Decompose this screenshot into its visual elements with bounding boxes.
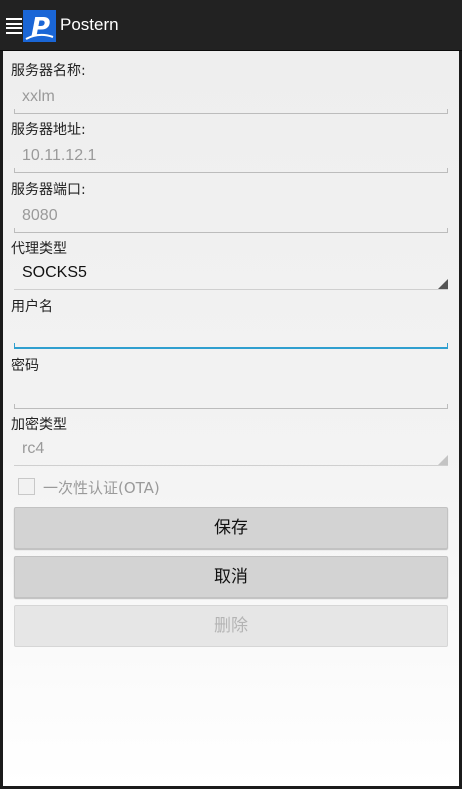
password-label: 密码 <box>11 358 39 374</box>
encryption-type-value: rc4 <box>22 440 45 457</box>
ota-checkbox-label: 一次性认证(OTA) <box>43 479 160 497</box>
proxy-type-spinner[interactable]: SOCKS5 <box>14 258 448 290</box>
server-address-field[interactable]: 10.11.12.1 <box>14 141 448 173</box>
server-form: 服务器名称: xxlm 服务器地址: 10.11.12.1 服务器端口: 808… <box>3 51 459 786</box>
proxy-type-label: 代理类型 <box>11 241 67 257</box>
server-address-label: 服务器地址: <box>11 122 86 138</box>
server-port-value: 8080 <box>22 207 58 224</box>
server-name-label: 服务器名称: <box>11 63 86 79</box>
dropdown-arrow-icon <box>438 455 448 465</box>
action-bar: P Postern <box>0 0 462 51</box>
server-name-value: xxlm <box>22 88 55 105</box>
server-name-field[interactable]: xxlm <box>14 82 448 114</box>
app-window: P Postern 服务器名称: xxlm 服务器地址: 10.11.12.1 … <box>0 0 462 789</box>
server-address-value: 10.11.12.1 <box>22 147 97 164</box>
username-label: 用户名 <box>11 299 53 315</box>
cancel-button[interactable]: 取消 <box>14 556 448 598</box>
dropdown-arrow-icon <box>438 279 448 289</box>
server-port-label: 服务器端口: <box>11 182 86 198</box>
logo-letter: P <box>31 13 50 42</box>
username-field[interactable] <box>14 317 448 349</box>
postern-logo-icon: P <box>23 10 56 43</box>
encryption-type-spinner[interactable]: rc4 <box>14 434 448 466</box>
server-port-field[interactable]: 8080 <box>14 201 448 233</box>
encryption-type-label: 加密类型 <box>11 417 67 433</box>
password-field[interactable] <box>14 377 448 409</box>
delete-button[interactable]: 删除 <box>14 605 448 647</box>
menu-icon[interactable] <box>6 18 22 34</box>
ota-checkbox-row[interactable]: 一次性认证(OTA) <box>18 476 318 498</box>
save-button[interactable]: 保存 <box>14 507 448 549</box>
app-title: Postern <box>60 15 119 34</box>
ota-checkbox[interactable] <box>18 478 35 495</box>
proxy-type-value: SOCKS5 <box>22 264 87 281</box>
